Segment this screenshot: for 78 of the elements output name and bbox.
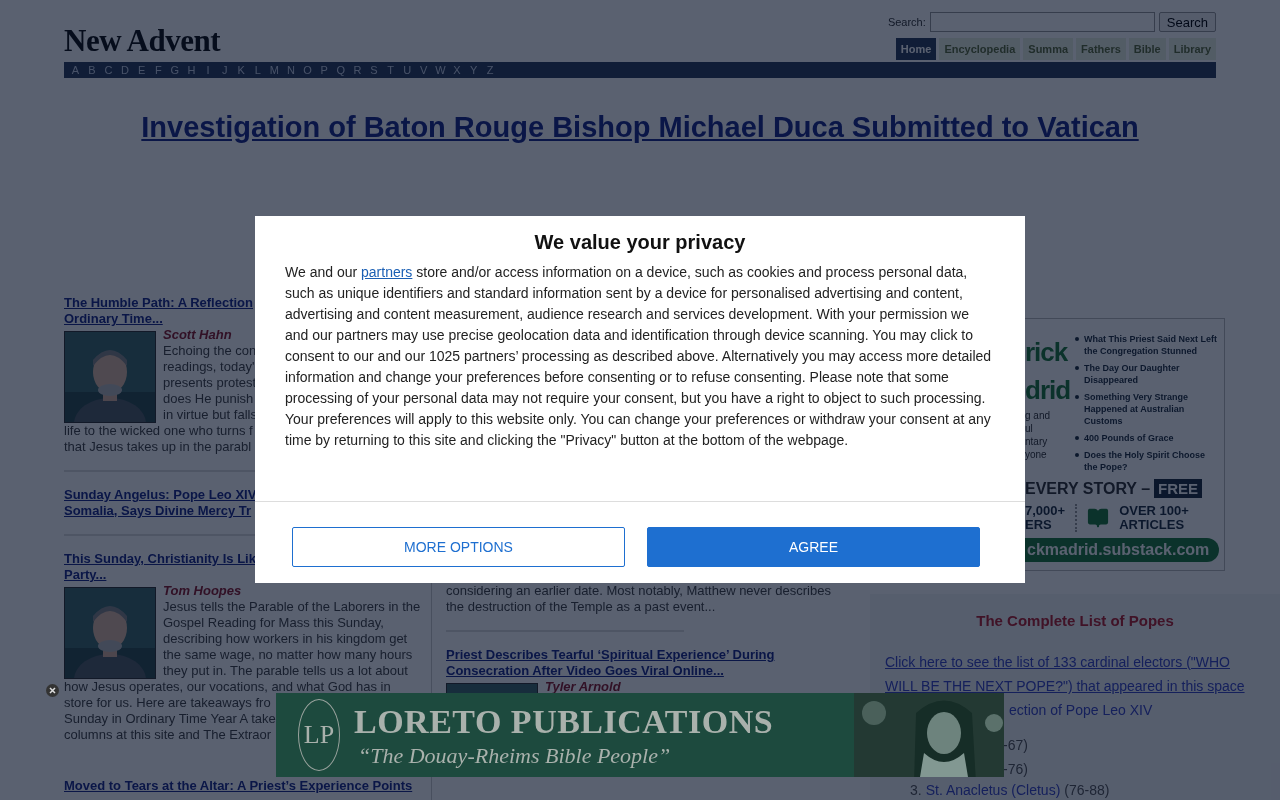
article-text: readings, today' — [163, 359, 255, 375]
article-text: how Jesus operates, our vocations, and what God has in — [64, 679, 391, 695]
free-badge: FREE — [1154, 479, 1203, 498]
article-title-link[interactable]: Consecration After Video Goes Viral Online... — [446, 663, 724, 679]
nav-tab[interactable]: Fathers — [1076, 38, 1126, 60]
article-text: presents protest — [163, 375, 257, 391]
pope-years-text: (76-88) — [1064, 783, 1110, 798]
more-options-button[interactable]: MORE OPTIONS — [292, 527, 625, 567]
article-text: Echoing the con — [163, 343, 257, 359]
article-text: the destruction of the Temple as a past event... — [446, 599, 716, 615]
ad-tagline-text: yone — [1025, 448, 1048, 461]
pope-name-link[interactable]: St. Anacletus (Cletus) — [925, 783, 1061, 798]
search-field[interactable] — [929, 12, 1155, 32]
article-title-link[interactable]: Ordinary Time... — [64, 311, 163, 327]
dialog-title: We value your privacy — [533, 231, 747, 253]
ad-story-item: Something Very Strange Happened at Australian Customs — [1084, 391, 1190, 427]
article-text: that Jesus takes up in the parabl — [64, 439, 252, 455]
article-text: Jesus tells the Parable of the Laborers in the — [163, 599, 421, 615]
article-title-link[interactable]: Priest Describes Tearful ‘Spiritual Experience’ During — [446, 647, 775, 663]
article-title-link[interactable]: This Sunday, Christianity Is Lik — [64, 551, 256, 567]
nav-tab[interactable]: Library — [1168, 38, 1216, 60]
article-title-link[interactable]: Somalia, Says Divine Mercy Tr — [64, 503, 252, 519]
ad-story-item: What This Priest Said Next Left the Congregation Stunned — [1084, 333, 1219, 357]
article-text: Gospel Reading for Mass this Sunday, — [163, 615, 384, 631]
ad-stat-text: OVER 100+ — [1119, 504, 1189, 518]
nav-tab[interactable]: Home — [895, 38, 937, 60]
article-title-link[interactable]: The Humble Path: A Reflection — [64, 295, 253, 311]
ad-name-text: rick — [1025, 336, 1069, 369]
banner-tagline: “The Douay-Rheims Bible People” — [358, 743, 671, 769]
article-text: considering an earlier date. Most notably, Matthew never describes — [446, 583, 831, 599]
article-text: Sunday in Ordinary Time Year A take — [64, 711, 276, 727]
search-button[interactable]: Search — [1158, 12, 1216, 32]
article-title-link[interactable]: Moved to Tears at the Altar: A Priest’s Experience Points — [64, 778, 413, 794]
banner-title: LORETO PUBLICATIONS — [354, 702, 774, 742]
bullet-dot — [1075, 453, 1079, 457]
ad-story-item: Does the Holy Spirit Choose the Pope? — [1084, 449, 1207, 473]
article-text: life to the wicked one who turns f — [64, 423, 253, 439]
article-text: columns at this site and The Extraor — [64, 727, 272, 743]
bullet-dot — [1075, 337, 1079, 341]
author-name: Tyler Arnold — [545, 679, 621, 695]
book-icon — [1087, 507, 1110, 529]
article-text: the same wage, no matter how many hours — [163, 647, 413, 663]
pope-years-text: -67) — [1002, 736, 1029, 755]
nav-tab[interactable]: Encyclopedia — [939, 38, 1021, 60]
site-logo[interactable]: New Advent — [64, 23, 221, 59]
bullet-dot — [1075, 436, 1079, 440]
article-text: they put in. The parable tells us a lot about — [163, 663, 408, 679]
ad-stat-text: ERS — [1025, 518, 1053, 532]
ad-story-item: The Day Our Daughter Disappeared — [1084, 362, 1181, 386]
article-text: describing how workers in his kingdom get — [163, 631, 408, 647]
headline-link[interactable]: Investigation of Baton Rouge Bishop Michael Duca Submitted to Vatican — [141, 110, 1139, 144]
popes-heading: The Complete List of Popes — [975, 612, 1175, 630]
author-name: Tom Hoopes — [163, 583, 242, 599]
article-title-link[interactable]: Party... — [64, 567, 107, 583]
search-label: Search: — [887, 16, 926, 28]
author-name: Scott Hahn — [163, 327, 232, 343]
article-text: store for us. Here are takeaways fro — [64, 695, 271, 711]
article-title-link[interactable]: Sunday Angelus: Pope Leo XIV — [64, 487, 257, 503]
bullet-dot — [1075, 366, 1079, 370]
consent-text: We and our partners store and/or access information on a device, such as cookies and process personal data, such as unique identifiers and standard information sent by a device for personalised advertising and content, advertising and content measurement, audience research and services development. With your permission we and our partners may use precise geolocation data and identification through device scanning. You may click to consent to our and our 1025 partners’ processing as described above. Alternatively you may access more detailed information and change your preferences before consenting or to refuse consenting. Please note that some processing of your personal data may not require your consent, but you have a right to object to such processing. Your preferences will apply to this website only. You can change your preferences or withdraw your consent at any time by returning to this site and clicking the "Privacy" button at the bottom of the webpage. — [285, 263, 993, 450]
bullet-dot — [1075, 395, 1079, 399]
ad-tagline-text: ntary — [1025, 435, 1049, 448]
ad-stat-text: ARTICLES — [1119, 518, 1186, 532]
list-number: 3. — [910, 783, 922, 798]
ad-name-text: drid — [1025, 374, 1069, 407]
pope-years-text: -76) — [1002, 760, 1029, 779]
close-icon[interactable] — [46, 684, 59, 697]
ad-url-pill: ckmadrid.substack.com — [1025, 538, 1220, 562]
agree-button[interactable]: AGREE — [647, 527, 980, 567]
ad-stat-text: 7,000+ — [1025, 504, 1066, 518]
ad-story-item: 400 Pounds of Grace — [1084, 432, 1174, 444]
nav-tab[interactable]: Summa — [1023, 38, 1074, 60]
ad-promo-text: EVERY STORY – — [1025, 479, 1151, 498]
partners-link[interactable]: partners — [361, 264, 413, 280]
ad-tagline-text: g and — [1025, 409, 1052, 422]
article-text: does He punish — [163, 391, 254, 407]
nav-tab[interactable]: Bible — [1128, 38, 1166, 60]
ad-tagline-text: ul — [1025, 422, 1034, 435]
